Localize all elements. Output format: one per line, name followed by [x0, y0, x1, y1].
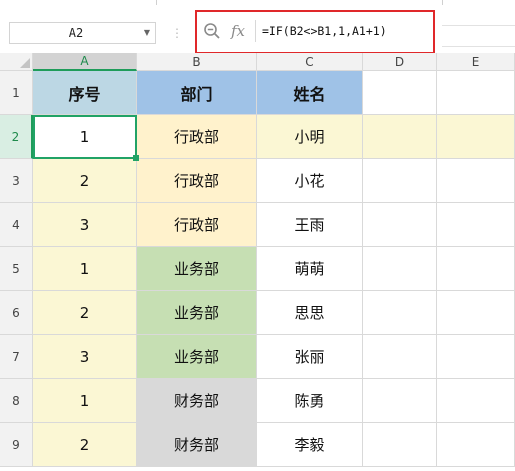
empty-cell[interactable] [363, 335, 437, 379]
empty-cell[interactable] [363, 247, 437, 291]
name-cell[interactable]: 萌萌 [257, 247, 363, 291]
empty-cell[interactable] [363, 291, 437, 335]
name-box-value[interactable]: A2 [10, 23, 142, 43]
formula-bar: A2 ▼ ⋮ fx =IF(B2<>B1,1,A1+1) [0, 8, 515, 56]
dept-cell[interactable]: 业务部 [137, 335, 257, 379]
seq-cell[interactable]: 1 [33, 115, 137, 159]
name-cell[interactable]: 王雨 [257, 203, 363, 247]
empty-cell[interactable] [363, 379, 437, 423]
seq-cell[interactable]: 2 [33, 291, 137, 335]
table-header-cell[interactable]: 姓名 [257, 71, 363, 115]
name-cell[interactable]: 张丽 [257, 335, 363, 379]
toolbar-divider [156, 0, 157, 5]
row-header-6[interactable]: 6 [0, 291, 33, 335]
empty-cell[interactable] [363, 423, 437, 467]
row-header-5[interactable]: 5 [0, 247, 33, 291]
row-header-9[interactable]: 9 [0, 423, 33, 467]
row-header-8[interactable]: 8 [0, 379, 33, 423]
empty-cell[interactable] [437, 71, 515, 115]
seq-cell[interactable]: 3 [33, 335, 137, 379]
dept-cell[interactable]: 行政部 [137, 115, 257, 159]
seq-cell[interactable]: 3 [33, 203, 137, 247]
top-strip [0, 0, 515, 8]
name-cell[interactable]: 小花 [257, 159, 363, 203]
fx-icon[interactable]: fx [231, 20, 247, 42]
column-header-d[interactable]: D [363, 53, 437, 71]
toolbar-divider [442, 0, 443, 5]
empty-cell[interactable] [437, 159, 515, 203]
empty-cell[interactable] [437, 291, 515, 335]
row-header-7[interactable]: 7 [0, 335, 33, 379]
formula-text[interactable]: =IF(B2<>B1,1,A1+1) [262, 20, 387, 42]
empty-cell[interactable] [437, 203, 515, 247]
row-header-4[interactable]: 4 [0, 203, 33, 247]
empty-cell[interactable] [437, 379, 515, 423]
row-header-2[interactable]: 2 [0, 115, 33, 159]
empty-cell[interactable] [363, 159, 437, 203]
seq-cell[interactable]: 1 [33, 379, 137, 423]
row-header-1[interactable]: 1 [0, 71, 33, 115]
row-header-3[interactable]: 3 [0, 159, 33, 203]
formula-bar-extension[interactable] [442, 25, 515, 47]
name-cell[interactable]: 陈勇 [257, 379, 363, 423]
name-box[interactable]: A2 ▼ [9, 22, 156, 44]
seq-cell[interactable]: 1 [33, 247, 137, 291]
column-header-e[interactable]: E [437, 53, 515, 71]
column-header-c[interactable]: C [257, 53, 363, 71]
empty-cell[interactable] [437, 335, 515, 379]
fill-handle[interactable] [133, 155, 139, 161]
column-header-b[interactable]: B [137, 53, 257, 71]
formula-input[interactable]: =IF(B2<>B1,1,A1+1) [255, 20, 429, 42]
table-header-cell[interactable]: 部门 [137, 71, 257, 115]
formula-highlight-box: fx =IF(B2<>B1,1,A1+1) [195, 10, 435, 54]
dept-cell[interactable]: 行政部 [137, 203, 257, 247]
empty-cell[interactable] [363, 115, 437, 159]
empty-cell[interactable] [363, 203, 437, 247]
seq-cell[interactable]: 2 [33, 423, 137, 467]
dept-cell[interactable]: 业务部 [137, 247, 257, 291]
zoom-out-icon[interactable] [203, 22, 221, 40]
empty-cell[interactable] [437, 423, 515, 467]
dept-cell[interactable]: 财务部 [137, 379, 257, 423]
dept-cell[interactable]: 业务部 [137, 291, 257, 335]
dept-cell[interactable]: 财务部 [137, 423, 257, 467]
empty-cell[interactable] [363, 71, 437, 115]
name-cell[interactable]: 李毅 [257, 423, 363, 467]
table-header-cell[interactable]: 序号 [33, 71, 137, 115]
seq-cell[interactable]: 2 [33, 159, 137, 203]
name-cell[interactable]: 小明 [257, 115, 363, 159]
column-header-a[interactable]: A [33, 53, 137, 71]
select-all-corner[interactable] [0, 53, 33, 71]
name-cell[interactable]: 思思 [257, 291, 363, 335]
dept-cell[interactable]: 行政部 [137, 159, 257, 203]
empty-cell[interactable] [437, 247, 515, 291]
empty-cell[interactable] [437, 115, 515, 159]
drag-handle-icon[interactable]: ⋮ [170, 24, 184, 42]
corner-triangle-icon [20, 58, 30, 68]
chevron-down-icon[interactable]: ▼ [142, 27, 152, 39]
